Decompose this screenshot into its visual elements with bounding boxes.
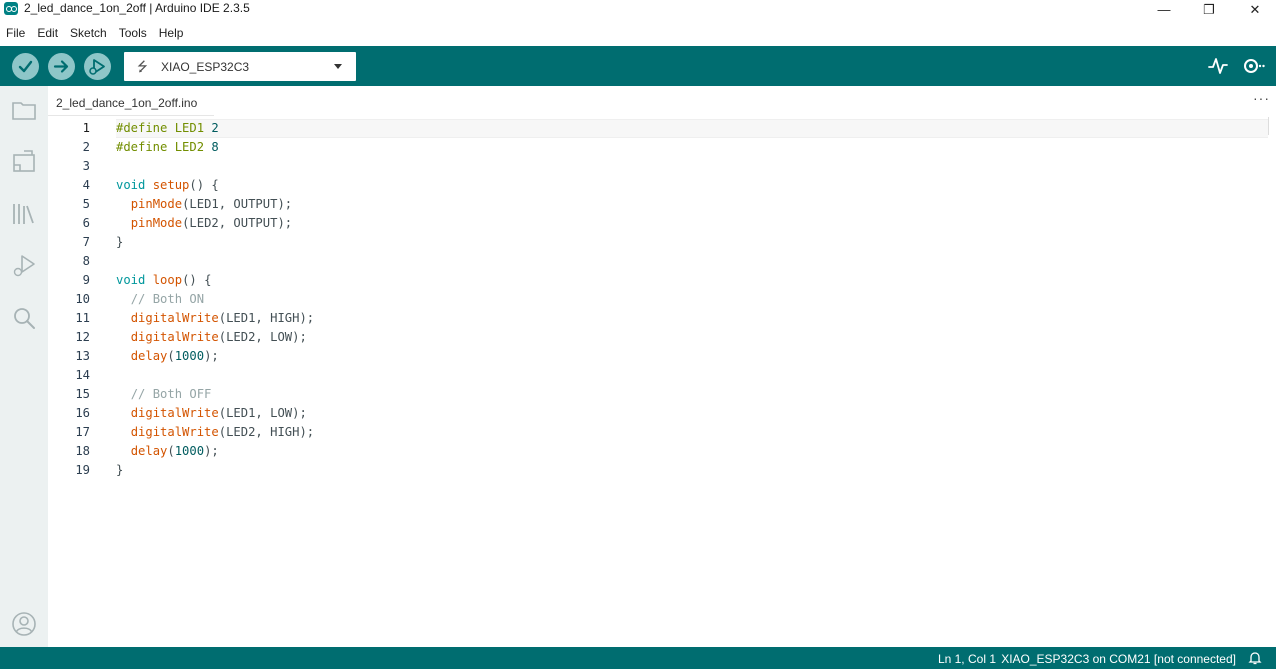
line-number: 4 [82, 178, 90, 192]
line-number: 17 [75, 425, 90, 439]
code-text: // Both ON [130, 292, 205, 306]
code-line[interactable]: 4 void setup() { [48, 176, 1276, 195]
verify-button[interactable] [12, 53, 39, 80]
code-line[interactable]: 13 delay(1000); [48, 347, 1276, 366]
line-number: 15 [75, 387, 90, 401]
line-number: 3 [82, 159, 90, 173]
cursor-position[interactable]: Ln 1, Col 1 [938, 652, 996, 666]
folder-icon[interactable] [10, 96, 38, 124]
code-text: #define LED2 8 [116, 140, 219, 154]
line-number: 9 [82, 273, 90, 287]
code-text: digitalWrite(LED1, LOW); [130, 406, 307, 420]
code-line[interactable]: 1 #define LED1 2 [48, 119, 1276, 138]
code-line[interactable]: 5 pinMode(LED1, OUTPUT); [48, 195, 1276, 214]
code-line[interactable]: 12 digitalWrite(LED2, LOW); [48, 328, 1276, 347]
code-line[interactable]: 6 pinMode(LED2, OUTPUT); [48, 214, 1276, 233]
title-bar: 2_led_dance_1on_2off | Arduino IDE 2.3.5… [0, 0, 1276, 19]
code-text: } [116, 235, 124, 249]
code-text: } [116, 463, 124, 477]
tab-sketch-file[interactable]: 2_led_dance_1on_2off.ino [48, 86, 214, 116]
code-text: pinMode(LED2, OUTPUT); [130, 216, 293, 230]
upload-button[interactable] [48, 53, 75, 80]
board-name: XIAO_ESP32C3 [161, 60, 250, 74]
line-number: 5 [82, 197, 90, 211]
code-line[interactable]: 3 [48, 157, 1276, 176]
line-number: 1 [82, 121, 90, 135]
line-number: 18 [75, 444, 90, 458]
code-text: #define LED1 2 [116, 121, 219, 135]
debug-button[interactable] [84, 53, 111, 80]
window-title: 2_led_dance_1on_2off | Arduino IDE 2.3.5 [24, 1, 250, 15]
menu-edit[interactable]: Edit [31, 22, 64, 44]
boards-manager-icon[interactable] [10, 148, 38, 176]
menu-file[interactable]: File [0, 22, 31, 44]
more-actions-icon[interactable]: ··· [1253, 90, 1270, 106]
menu-bar: File Edit Sketch Tools Help [0, 22, 1276, 44]
minimize-button[interactable]: — [1141, 0, 1187, 19]
code-text: digitalWrite(LED1, HIGH); [130, 311, 315, 325]
code-lines: 1 #define LED1 2 2 #define LED2 8 3 4 void set… [48, 119, 1276, 480]
line-number: 10 [75, 292, 90, 306]
line-number: 16 [75, 406, 90, 420]
debug-icon [89, 59, 105, 75]
library-manager-icon[interactable] [10, 200, 38, 228]
code-text: delay(1000); [130, 349, 219, 363]
menu-sketch[interactable]: Sketch [64, 22, 113, 44]
code-line[interactable]: 9 void loop() { [48, 271, 1276, 290]
line-number: 8 [82, 254, 90, 268]
code-line[interactable]: 2 #define LED2 8 [48, 138, 1276, 157]
code-text: delay(1000); [130, 444, 219, 458]
code-editor[interactable]: 1 #define LED1 2 2 #define LED2 8 3 4 void set… [48, 117, 1276, 647]
tab-label: 2_led_dance_1on_2off.ino [56, 96, 198, 110]
code-line[interactable]: 17 digitalWrite(LED2, HIGH); [48, 423, 1276, 442]
editor-tab-bar: 2_led_dance_1on_2off.ino ··· [48, 86, 1276, 116]
check-icon [18, 60, 33, 73]
code-line[interactable]: 16 digitalWrite(LED1, LOW); [48, 404, 1276, 423]
close-button[interactable]: ✕ [1232, 0, 1276, 19]
code-line[interactable]: 14 [48, 366, 1276, 385]
code-text: digitalWrite(LED2, LOW); [130, 330, 307, 344]
line-number: 2 [82, 140, 90, 154]
line-number: 11 [75, 311, 90, 325]
debug-icon[interactable] [10, 252, 38, 280]
line-number: 13 [75, 349, 90, 363]
arduino-logo-icon [4, 2, 18, 15]
bell-icon[interactable] [1248, 651, 1262, 665]
serial-monitor-icon[interactable] [1241, 54, 1265, 78]
code-line[interactable]: 11 digitalWrite(LED1, HIGH); [48, 309, 1276, 328]
toolbar: ⭍ XIAO_ESP32C3 [0, 46, 1276, 86]
menu-tools[interactable]: Tools [113, 22, 153, 44]
code-line[interactable]: 19} [48, 461, 1276, 480]
line-number: 14 [75, 368, 90, 382]
code-text: void loop() { [116, 273, 212, 287]
line-number: 7 [82, 235, 90, 249]
usb-icon: ⭍ [137, 59, 148, 74]
code-line[interactable]: 10 // Both ON [48, 290, 1276, 309]
activity-sidebar [0, 86, 48, 647]
code-line[interactable]: 7} [48, 233, 1276, 252]
code-text: pinMode(LED1, OUTPUT); [130, 197, 293, 211]
account-icon[interactable] [10, 610, 38, 638]
maximize-button[interactable]: ❐ [1186, 0, 1232, 19]
line-number: 6 [82, 216, 90, 230]
code-text: digitalWrite(LED2, HIGH); [130, 425, 315, 439]
code-text: // Both OFF [130, 387, 212, 401]
code-line[interactable]: 18 delay(1000); [48, 442, 1276, 461]
board-selector[interactable]: ⭍ XIAO_ESP32C3 [124, 52, 356, 81]
port-status[interactable]: XIAO_ESP32C3 on COM21 [not connected] [1001, 652, 1236, 666]
arrow-right-icon [53, 60, 69, 73]
search-icon[interactable] [10, 304, 38, 332]
menu-help[interactable]: Help [153, 22, 190, 44]
chevron-down-icon [334, 64, 342, 69]
line-number: 19 [75, 463, 90, 477]
code-text: void setup() { [116, 178, 219, 192]
status-bar: Ln 1, Col 1 XIAO_ESP32C3 on COM21 [not c… [0, 647, 1276, 669]
code-line[interactable]: 8 [48, 252, 1276, 271]
line-number: 12 [75, 330, 90, 344]
serial-plotter-icon[interactable] [1206, 54, 1230, 78]
code-line[interactable]: 15 // Both OFF [48, 385, 1276, 404]
